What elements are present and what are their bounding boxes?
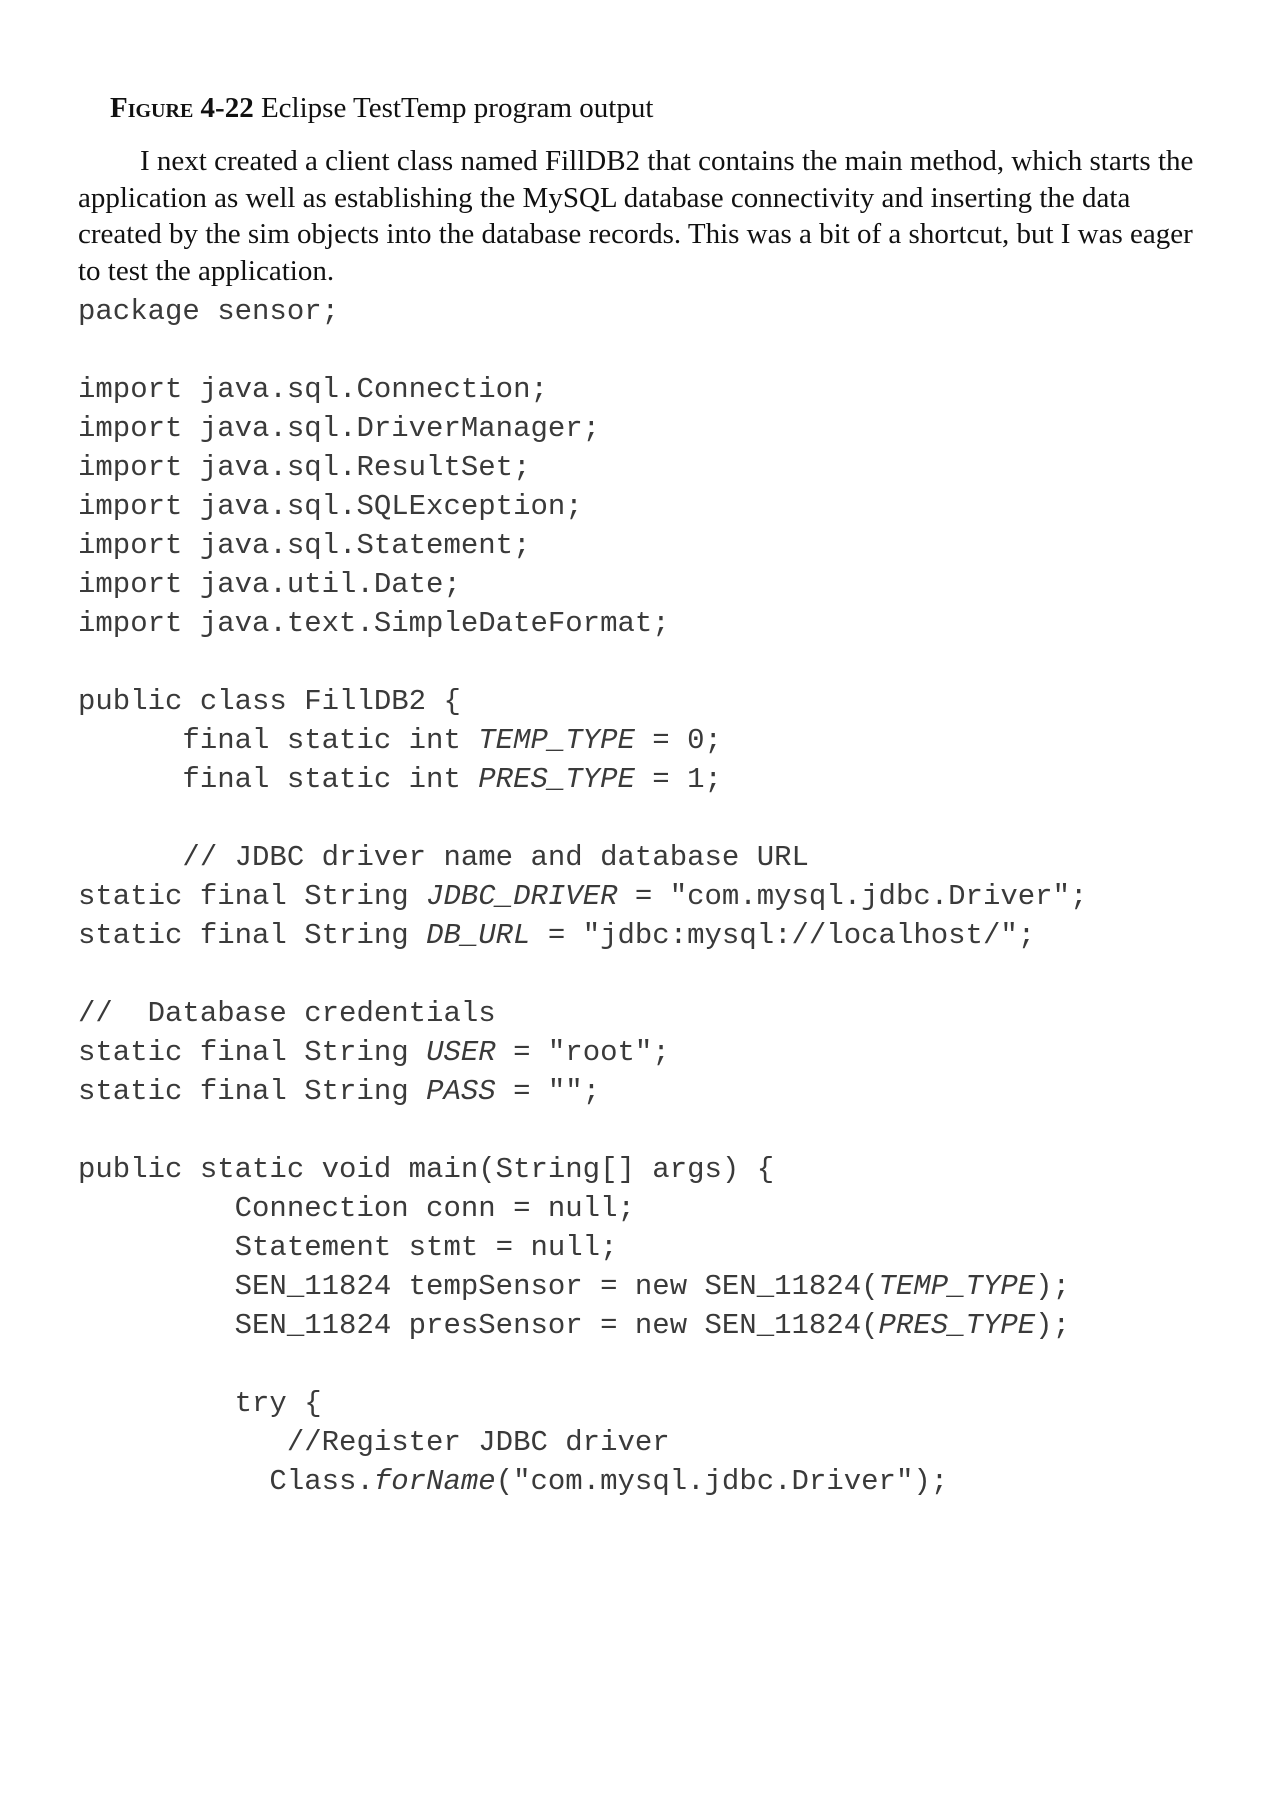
code-line: // JDBC driver name and database URL [78,841,809,874]
code-line: try { [78,1387,322,1420]
code-line: static final String USER = "root"; [78,1036,670,1069]
figure-label: Figure [110,92,194,124]
code-line: static final String PASS = ""; [78,1075,601,1108]
figure-caption-text: Eclipse TestTemp program output [253,92,654,124]
code-line: public static void main(String[] args) { [78,1153,775,1186]
code-line: static final String JDBC_DRIVER = "com.m… [78,880,1088,913]
code-line: import java.sql.Statement; [78,529,531,562]
code-line: SEN_11824 tempSensor = new SEN_11824(TEM… [78,1270,1070,1303]
code-line: import java.sql.DriverManager; [78,412,601,445]
code-line: import java.sql.ResultSet; [78,451,531,484]
code-line: Statement stmt = null; [78,1231,618,1264]
code-line: Connection conn = null; [78,1192,635,1225]
code-line: Class.forName("com.mysql.jdbc.Driver"); [78,1465,949,1498]
code-line: public class FillDB2 { [78,685,461,718]
code-line: import java.sql.Connection; [78,373,548,406]
code-line: final static int PRES_TYPE = 1; [78,763,722,796]
figure-caption: Figure 4-22 Eclipse TestTemp program out… [110,92,653,125]
figure-number: 4-22 [200,92,254,124]
code-line: import java.util.Date; [78,568,461,601]
code-line: //Register JDBC driver [78,1426,670,1459]
body-paragraph: I next created a client class named Fill… [78,145,1194,287]
code-line: // Database credentials [78,997,496,1030]
code-listing: package sensor; import java.sql.Connecti… [78,292,1087,1501]
code-line: package sensor; [78,295,340,328]
code-line: final static int TEMP_TYPE = 0; [78,724,722,757]
code-line: import java.sql.SQLException; [78,490,583,523]
code-line: static final String DB_URL = "jdbc:mysql… [78,919,1036,952]
code-line: import java.text.SimpleDateFormat; [78,607,670,640]
code-line: SEN_11824 presSensor = new SEN_11824(PRE… [78,1309,1070,1342]
